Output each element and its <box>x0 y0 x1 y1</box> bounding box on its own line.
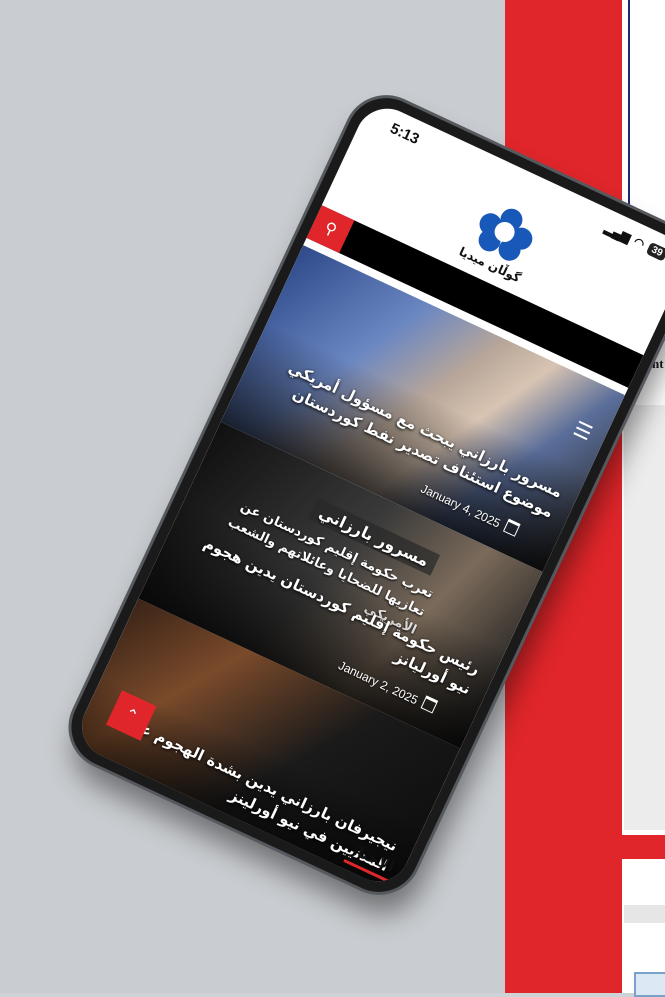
document-thumbnail <box>634 972 665 997</box>
search-button[interactable]: ⚲ <box>306 205 355 254</box>
signal-icon: ▂▄▆ <box>602 220 633 245</box>
document-footer <box>624 905 665 923</box>
document-text-line: ht <box>652 356 664 371</box>
search-icon: ⚲ <box>321 217 341 240</box>
wifi-icon: ◠ <box>631 234 647 252</box>
status-time: 5:13 <box>387 119 422 149</box>
battery-icon: 39 <box>645 241 665 262</box>
red-accent-bar <box>560 835 665 859</box>
chevron-up-icon: ⌃ <box>121 703 142 727</box>
document-panel <box>624 405 665 830</box>
